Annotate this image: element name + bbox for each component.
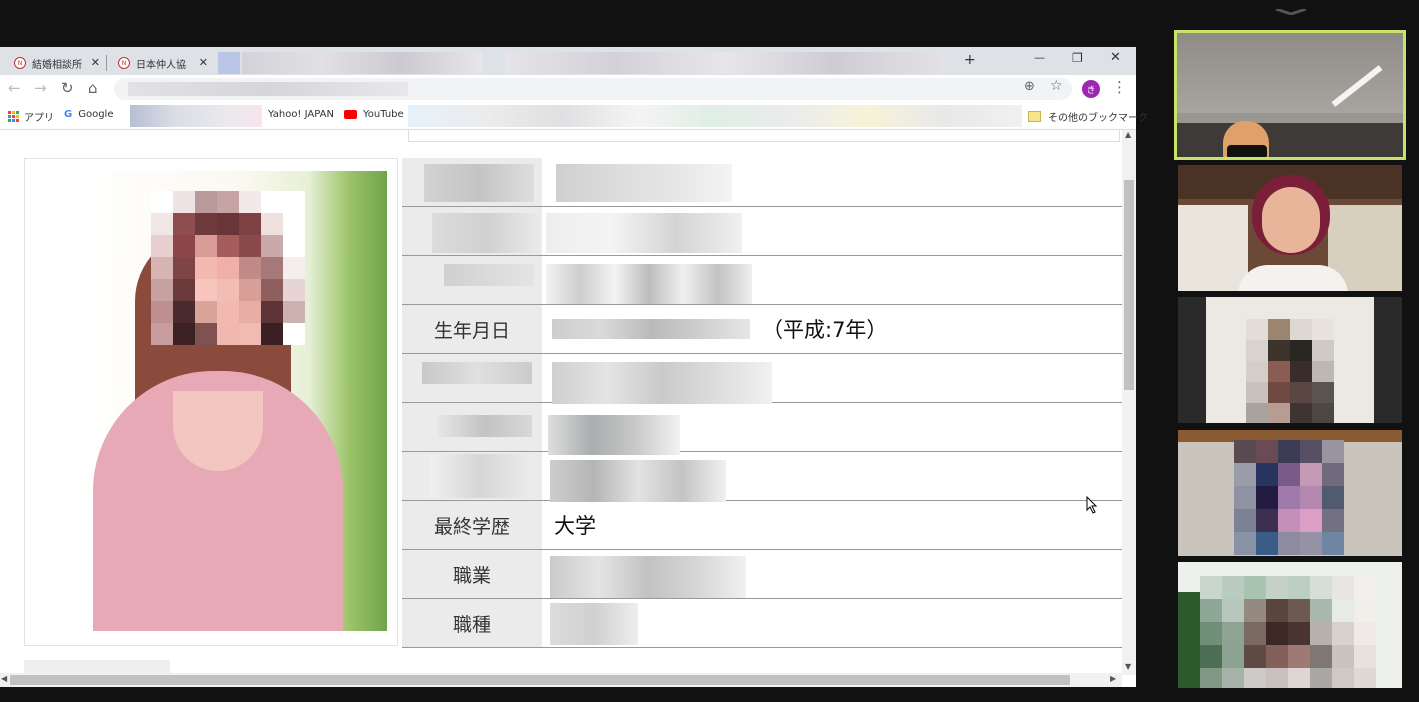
- row-value: [424, 158, 1122, 207]
- bookmark-apps[interactable]: アプリ: [8, 109, 54, 124]
- table-row: 職業: [402, 549, 1122, 599]
- bookmark-other[interactable]: その他のブックマーク: [1028, 109, 1148, 124]
- row-value: （平成:7年）: [542, 304, 1122, 354]
- obscured-tab[interactable]: [505, 52, 945, 74]
- row-value: [542, 549, 1122, 599]
- maximize-button[interactable]: ❐: [1072, 51, 1083, 65]
- participant-video[interactable]: [1178, 297, 1402, 423]
- tab-strip: N 結婚相談所 ✕ N 日本仲人協 ✕ + — ❐ ✕: [0, 47, 1136, 75]
- obscured-tab[interactable]: [242, 52, 482, 74]
- tab-title: 日本仲人協: [136, 59, 186, 71]
- row-label: 最終学歴: [402, 500, 542, 550]
- menu-icon[interactable]: ⋮: [1112, 78, 1127, 96]
- scrollbar-thumb[interactable]: [1124, 180, 1134, 390]
- forward-icon[interactable]: →: [34, 79, 47, 97]
- table-row: 職種: [402, 598, 1122, 648]
- chevron-icon[interactable]: [1274, 0, 1308, 16]
- face-mosaic: [1234, 440, 1346, 556]
- close-icon[interactable]: ✕: [91, 56, 100, 69]
- table-row: [402, 255, 1122, 305]
- back-icon[interactable]: ←: [8, 79, 21, 97]
- bookmark-youtube[interactable]: YouTube: [344, 109, 404, 120]
- face-mosaic: [1246, 319, 1334, 423]
- profile-table: 生年月日 （平成:7年） 最終学歴 大学 職業 職種: [402, 158, 1122, 648]
- close-icon[interactable]: ✕: [199, 56, 208, 69]
- browser-window: N 結婚相談所 ✕ N 日本仲人協 ✕ + — ❐ ✕ ← → ↻ ⌂ ⊕ ☆ …: [0, 47, 1148, 687]
- bookmarks-bar: アプリ G Google Yahoo! JAPAN YouTube その他のブッ…: [0, 103, 1148, 130]
- tab-nakodo-association[interactable]: N 日本仲人協 ✕: [110, 51, 214, 75]
- table-row: [402, 158, 1122, 207]
- scroll-right-icon[interactable]: ▶: [1110, 674, 1116, 683]
- obscured-tab[interactable]: [218, 52, 240, 74]
- zoom-icon[interactable]: ⊕: [1024, 79, 1035, 94]
- row-label: 生年月日: [402, 304, 542, 354]
- scroll-left-icon[interactable]: ◀: [1, 674, 7, 683]
- row-value: [422, 353, 1122, 404]
- vertical-scrollbar[interactable]: ▲ ▼: [1122, 130, 1136, 675]
- mouse-cursor-icon: [1086, 496, 1098, 514]
- row-value: [430, 451, 1122, 502]
- scrollbar-thumb[interactable]: [10, 675, 1070, 685]
- participant-video-active[interactable]: [1174, 30, 1406, 160]
- address-bar[interactable]: ⊕ ☆: [114, 78, 1072, 100]
- row-value: 大学: [542, 500, 1122, 550]
- row-label: 職業: [402, 549, 542, 599]
- site-favicon-icon: N: [118, 57, 130, 69]
- table-row: [402, 206, 1122, 256]
- face-mosaic: [151, 191, 305, 345]
- participant-video[interactable]: [1178, 562, 1402, 688]
- horizontal-scrollbar[interactable]: ◀ ▶: [0, 673, 1122, 687]
- site-favicon-icon: N: [14, 57, 26, 69]
- table-row: 生年月日 （平成:7年）: [402, 304, 1122, 354]
- home-icon[interactable]: ⌂: [88, 79, 98, 97]
- profile-avatar[interactable]: き: [1082, 80, 1100, 98]
- participant-video[interactable]: [1178, 430, 1402, 556]
- window-close-button[interactable]: ✕: [1110, 50, 1121, 65]
- profile-photo-card: [24, 158, 398, 646]
- scroll-up-icon[interactable]: ▲: [1125, 130, 1131, 139]
- obscured-bookmark[interactable]: [408, 105, 1022, 127]
- tab-marriage-agency[interactable]: N 結婚相談所 ✕: [6, 51, 107, 75]
- page-content: 生年月日 （平成:7年） 最終学歴 大学 職業 職種: [0, 130, 1122, 675]
- table-row: [402, 353, 1122, 404]
- table-row: [402, 402, 1122, 455]
- participant-video[interactable]: [1178, 165, 1402, 291]
- scroll-down-icon[interactable]: ▼: [1125, 662, 1131, 671]
- face-mosaic: [1200, 576, 1376, 688]
- table-row: 最終学歴 大学: [402, 500, 1122, 550]
- bookmark-star-icon[interactable]: ☆: [1050, 78, 1063, 94]
- bookmark-google[interactable]: G Google: [64, 109, 113, 120]
- row-value: [444, 255, 1122, 305]
- google-icon: G: [64, 109, 73, 120]
- apps-grid-icon: [8, 111, 19, 122]
- obscured-bookmark[interactable]: [130, 105, 262, 127]
- row-value: [438, 402, 1122, 455]
- bookmark-yahoo[interactable]: Yahoo! JAPAN: [268, 109, 334, 120]
- tab-title: 結婚相談所: [32, 59, 82, 71]
- reload-icon[interactable]: ↻: [61, 79, 74, 97]
- folder-icon: [1028, 111, 1041, 122]
- row-value: [432, 206, 1122, 256]
- new-tab-button[interactable]: +: [964, 52, 976, 68]
- minimize-button[interactable]: —: [1034, 51, 1045, 64]
- browser-toolbar: ← → ↻ ⌂ ⊕ ☆ き ⋮: [0, 75, 1136, 103]
- row-label: 職種: [402, 598, 542, 648]
- row-value: [542, 598, 1122, 648]
- profile-photo: [73, 171, 387, 631]
- table-row: [402, 451, 1122, 502]
- youtube-icon: [344, 110, 357, 119]
